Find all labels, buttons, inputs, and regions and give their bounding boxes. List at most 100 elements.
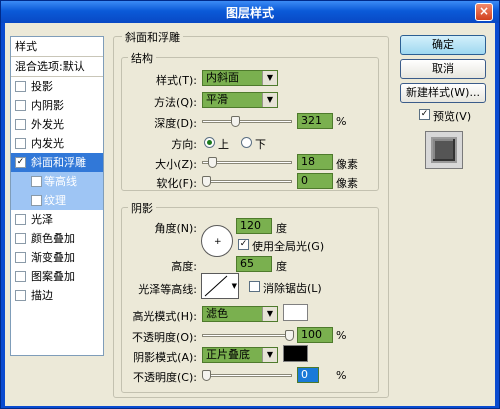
checkbox-checked[interactable]: ✓ xyxy=(15,157,26,168)
new-style-button[interactable]: 新建样式(W)... xyxy=(400,83,486,103)
size-slider-thumb[interactable] xyxy=(208,157,217,168)
angle-label: 角度(N): xyxy=(154,222,197,235)
contour-linear-icon xyxy=(204,275,228,297)
shading-title: 阴影 xyxy=(128,200,156,216)
angle-unit: 度 xyxy=(276,222,287,235)
altitude-unit: 度 xyxy=(276,260,287,273)
highlight-opacity-label: 不透明度(O): xyxy=(132,331,197,344)
blending-options-item[interactable]: 混合选项:默认 xyxy=(11,57,103,77)
highlight-mode-label: 高光模式(H): xyxy=(132,310,197,323)
checkbox[interactable] xyxy=(15,214,26,225)
crosshair-icon: + xyxy=(214,237,222,247)
layer-style-dialog: 图层样式 × 样式 混合选项:默认 投影 内阴影 外发光 内发光 ✓ 斜面和浮雕 … xyxy=(0,0,500,409)
checkbox[interactable] xyxy=(15,119,26,130)
bevel-style-select[interactable]: 内斜面 ▼ xyxy=(202,70,278,86)
highlight-opacity-track[interactable] xyxy=(202,334,292,337)
direction-down-label: 下 xyxy=(255,138,266,151)
technique-select[interactable]: 平滑 ▼ xyxy=(202,92,278,108)
depth-input[interactable]: 321 xyxy=(297,113,333,129)
shadow-mode-value: 正片叠底 xyxy=(206,348,250,361)
title-bar[interactable]: 图层样式 × xyxy=(1,1,499,23)
direction-up-label: 上 xyxy=(218,138,229,151)
depth-unit: % xyxy=(336,115,347,128)
style-item-inner-glow[interactable]: 内发光 xyxy=(11,134,103,153)
style-item-label: 纹理 xyxy=(44,194,66,207)
shadow-mode-select[interactable]: 正片叠底 ▼ xyxy=(202,347,278,363)
style-item-label: 图案叠加 xyxy=(31,270,75,283)
preview-checkbox[interactable]: ✓ xyxy=(419,109,430,120)
style-item-pattern-overlay[interactable]: 图案叠加 xyxy=(11,267,103,286)
depth-slider-thumb[interactable] xyxy=(231,116,240,127)
style-item-outer-glow[interactable]: 外发光 xyxy=(11,115,103,134)
direction-up-radio[interactable] xyxy=(204,137,215,148)
angle-input[interactable]: 120 xyxy=(236,218,272,234)
checkbox[interactable] xyxy=(15,252,26,263)
checkbox[interactable] xyxy=(15,138,26,149)
style-item-label: 内阴影 xyxy=(31,99,64,112)
checkbox[interactable] xyxy=(15,100,26,111)
angle-dial[interactable]: + xyxy=(201,225,233,257)
dialog-body: 样式 混合选项:默认 投影 内阴影 外发光 内发光 ✓ 斜面和浮雕 等高线 纹理 … xyxy=(5,23,495,406)
style-item-texture[interactable]: 纹理 xyxy=(11,191,103,210)
style-item-bevel-emboss[interactable]: ✓ 斜面和浮雕 xyxy=(11,153,103,172)
style-item-stroke[interactable]: 描边 xyxy=(11,286,103,305)
depth-label: 深度(D): xyxy=(154,117,197,130)
style-item-satin[interactable]: 光泽 xyxy=(11,210,103,229)
style-item-label: 光泽 xyxy=(31,213,53,226)
checkbox[interactable] xyxy=(15,271,26,282)
highlight-opacity-thumb[interactable] xyxy=(285,330,294,341)
style-item-label: 外发光 xyxy=(31,118,64,131)
style-item-inner-shadow[interactable]: 内阴影 xyxy=(11,96,103,115)
gloss-contour-picker[interactable]: ▼ xyxy=(201,273,239,299)
shadow-opacity-unit: % xyxy=(336,369,347,382)
style-item-drop-shadow[interactable]: 投影 xyxy=(11,77,103,96)
soften-input[interactable]: 0 xyxy=(297,173,333,189)
size-input[interactable]: 18 xyxy=(297,154,333,170)
style-item-label: 投影 xyxy=(31,80,53,93)
dropdown-arrow-icon: ▼ xyxy=(262,71,277,85)
technique-label: 方法(Q): xyxy=(154,96,197,109)
size-unit: 像素 xyxy=(336,158,358,171)
anti-alias-label: 消除锯齿(L) xyxy=(263,282,322,295)
style-label: 样式(T): xyxy=(155,74,197,87)
checkbox[interactable] xyxy=(15,81,26,92)
structure-title: 结构 xyxy=(128,50,156,66)
cancel-button[interactable]: 取消 xyxy=(400,59,486,79)
highlight-mode-value: 滤色 xyxy=(206,307,228,320)
style-list-header[interactable]: 样式 xyxy=(11,37,103,57)
bevel-emboss-title: 斜面和浮雕 xyxy=(122,29,183,45)
anti-alias-checkbox[interactable] xyxy=(249,281,260,292)
style-item-contour[interactable]: 等高线 xyxy=(11,172,103,191)
size-label: 大小(Z): xyxy=(155,158,197,171)
shadow-opacity-thumb[interactable] xyxy=(202,370,211,381)
close-button[interactable]: × xyxy=(475,3,493,21)
style-item-color-overlay[interactable]: 颜色叠加 xyxy=(11,229,103,248)
direction-down-radio[interactable] xyxy=(241,137,252,148)
style-item-label: 颜色叠加 xyxy=(31,232,75,245)
soften-slider-thumb[interactable] xyxy=(202,176,211,187)
dropdown-arrow-icon: ▼ xyxy=(262,348,277,362)
global-light-checkbox[interactable]: ✓ xyxy=(238,239,249,250)
shadow-opacity-track[interactable] xyxy=(202,374,292,377)
altitude-input[interactable]: 65 xyxy=(236,256,272,272)
checkbox[interactable] xyxy=(31,176,42,187)
shadow-color-swatch[interactable] xyxy=(283,345,308,362)
style-item-label: 描边 xyxy=(31,289,53,302)
highlight-mode-select[interactable]: 滤色 ▼ xyxy=(202,306,278,322)
checkbox[interactable] xyxy=(31,195,42,206)
dropdown-arrow-icon: ▼ xyxy=(262,93,277,107)
highlight-opacity-input[interactable]: 100 xyxy=(297,327,333,343)
soften-slider-track[interactable] xyxy=(202,180,292,183)
highlight-opacity-unit: % xyxy=(336,329,347,342)
checkbox[interactable] xyxy=(15,290,26,301)
style-item-gradient-overlay[interactable]: 渐变叠加 xyxy=(11,248,103,267)
bevel-style-value: 内斜面 xyxy=(206,71,239,84)
global-light-label: 使用全局光(G) xyxy=(252,240,325,253)
gloss-contour-label: 光泽等高线: xyxy=(138,283,197,296)
ok-button[interactable]: 确定 xyxy=(400,35,486,55)
technique-value: 平滑 xyxy=(206,93,228,106)
shadow-opacity-input[interactable]: 0 xyxy=(297,367,319,383)
depth-slider-track[interactable] xyxy=(202,120,292,123)
highlight-color-swatch[interactable] xyxy=(283,304,308,321)
checkbox[interactable] xyxy=(15,233,26,244)
